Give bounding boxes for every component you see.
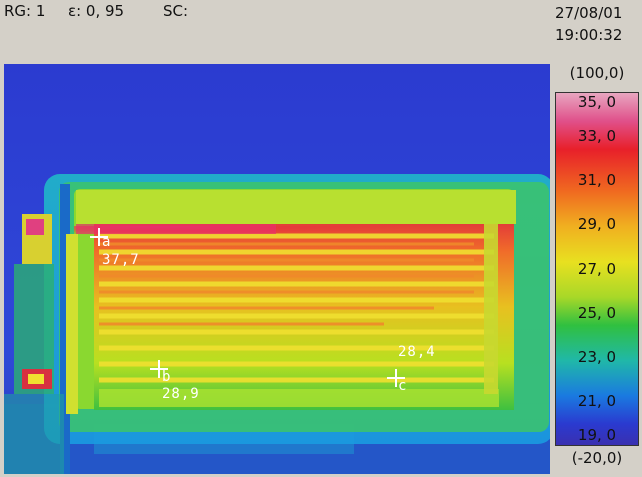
scale-tick: 33, 0 bbox=[577, 127, 617, 145]
scale-range-min: (-20,0) bbox=[571, 449, 623, 467]
thermal-scene bbox=[4, 64, 550, 474]
scale-range-max: (100,0) bbox=[569, 64, 625, 82]
marker-c-letter: c bbox=[398, 378, 408, 394]
date-readout: 27/08/01 bbox=[555, 4, 623, 22]
marker-b-value: 28,9 bbox=[162, 386, 200, 402]
time-readout: 19:00:32 bbox=[555, 26, 623, 44]
scale-tick: 19, 0 bbox=[577, 426, 617, 444]
thermal-image[interactable]: a 37,7 b 28,9 28,4 c bbox=[4, 64, 550, 474]
scale-tick: 27, 0 bbox=[577, 260, 617, 278]
range-readout: RG: 1 bbox=[4, 2, 46, 20]
marker-c-value: 28,4 bbox=[398, 344, 436, 360]
sc-readout: SC: bbox=[163, 2, 189, 20]
scale-tick: 31, 0 bbox=[577, 171, 617, 189]
marker-a-letter: a bbox=[102, 234, 112, 250]
scale-tick: 35, 0 bbox=[577, 93, 617, 111]
scale-tick: 25, 0 bbox=[577, 304, 617, 322]
scale-tick: 21, 0 bbox=[577, 392, 617, 410]
emissivity-readout: ε: 0, 95 bbox=[68, 2, 125, 20]
scale-tick: 29, 0 bbox=[577, 215, 617, 233]
marker-b-letter: b bbox=[162, 369, 172, 385]
scale-tick: 23, 0 bbox=[577, 348, 617, 366]
marker-a-value: 37,7 bbox=[102, 252, 140, 268]
